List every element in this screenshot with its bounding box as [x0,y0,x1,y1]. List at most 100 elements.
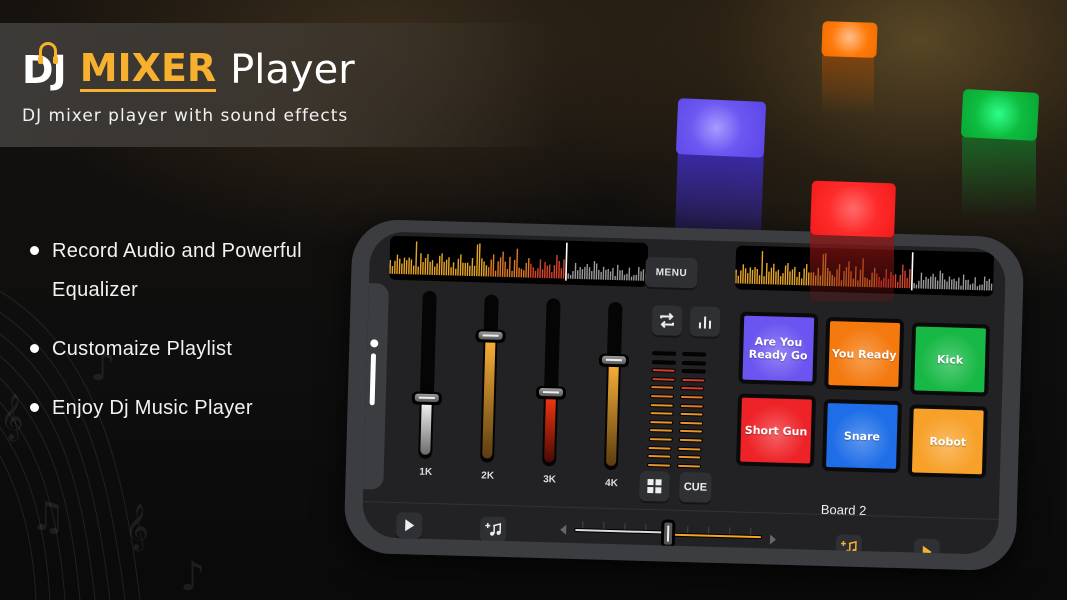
waveform-bar [593,261,596,280]
fader-knob[interactable] [535,386,567,401]
waveform-bar [389,259,392,274]
waveform-bar [906,277,908,289]
play-right-button[interactable] [913,538,941,555]
waveform-bar [583,266,586,280]
fader-knob[interactable] [475,329,506,344]
sound-pad[interactable]: Short Gun [736,393,817,468]
grid-button[interactable] [639,470,670,502]
sound-pad[interactable]: Are You Ready Go [738,311,819,386]
waveform-bar [913,282,915,289]
waveform-bar [800,278,803,286]
feature-text: Enjoy Dj Music Player [52,397,253,419]
waveform-bar [487,267,490,277]
waveform-bar [927,278,930,289]
fader-label: 3K [543,474,557,486]
waveform-bar [595,263,598,280]
waveform-bar [739,270,742,284]
waveform-bar [408,257,410,275]
waveform-bar [579,267,581,280]
waveform-bar [588,267,591,280]
waveform-bar [443,261,445,276]
waveform-bar [461,262,464,276]
sound-pad[interactable]: Kick [910,322,991,397]
sound-pad[interactable]: Snare [821,398,902,474]
waveform-bar [896,281,899,288]
crossfader-knob[interactable] [660,519,676,548]
eq-fader-4k[interactable]: 4K [581,301,646,493]
waveform-bar [396,254,399,274]
fader-knob[interactable] [411,391,442,406]
sound-pad[interactable]: Robot [907,404,988,479]
waveform-bar [609,271,612,280]
vu-segment [677,446,702,452]
vu-segment [681,360,706,366]
waveform-bar [522,270,525,278]
waveform-bar [749,267,752,284]
brand-dj: DJ [22,42,67,92]
play-left-button[interactable] [395,512,423,539]
equalizer-icon [698,316,712,329]
waveform-bar [529,263,532,278]
crossfader[interactable] [560,517,781,553]
vu-segment [650,394,675,399]
add-music-left-button[interactable] [479,516,507,544]
waveform-bar [393,260,396,274]
playhead[interactable] [565,242,568,281]
waveform-bar [737,275,740,284]
waveform-bar [763,276,765,285]
deck-left-waveform[interactable] [389,235,649,287]
waveform-bar [990,283,993,291]
playhead[interactable] [910,252,914,291]
menu-button[interactable]: MENU [645,256,698,289]
waveform-bar [494,270,497,277]
waveform-bar [635,274,638,281]
loop-button[interactable] [651,305,683,336]
waveform-bar [450,267,452,276]
add-music-right-button[interactable] [835,534,863,555]
eq-fader-2k[interactable]: 2K [457,294,522,486]
waveform-bar [431,260,434,275]
vu-segment [679,412,704,417]
waveform-bar [974,277,977,291]
waveform-bar [483,261,485,277]
app-screen: MENU 1K 2K 3K 4K CUE Are You Ready Go You Re… [361,231,1007,555]
waveform-bar [946,281,948,290]
subtitle: DJ mixer player with sound effects [22,106,349,126]
waveform-bar [791,269,794,285]
waveform-bar [626,273,628,281]
add-music-icon [485,522,502,536]
fader-knob[interactable] [598,353,630,368]
feature-list: Record Audio and Powerful Equalizer Cust… [30,232,350,448]
waveform-bar [756,268,759,285]
eq-fader-1k[interactable]: 1K [396,290,461,482]
equalizer-button[interactable] [689,306,721,337]
waveform-bar [464,262,467,276]
waveform-bar [894,274,897,288]
fader-label: 4K [604,477,619,490]
vu-segment [682,351,707,357]
floating-purple-pad [675,98,767,158]
vu-segment [677,455,702,460]
svg-text:𝄞: 𝄞 [125,504,149,552]
waveform-bar [964,279,967,290]
orange-pad-glow [822,55,874,115]
cue-button[interactable]: CUE [679,471,712,503]
waveform-bar [619,270,621,281]
waveform-bar [941,273,944,290]
waveform-bar [518,267,520,278]
waveform-bar [735,269,737,284]
waveform-bar [436,263,438,276]
waveform-bar [948,276,951,290]
waveform-bar [537,268,539,278]
sound-pad[interactable]: You Ready [824,316,905,392]
arrow-right-icon [769,534,777,545]
waveform-bar [642,269,645,281]
waveform-bar [981,284,983,291]
camera-icon [370,339,379,348]
feature-text: Record Audio and Powerful [52,240,302,262]
waveform-bar [391,265,394,274]
vu-segment [648,437,673,442]
waveform-bar [480,258,483,277]
eq-fader-3k[interactable]: 3K [519,298,584,490]
waveform-bar [640,271,642,281]
